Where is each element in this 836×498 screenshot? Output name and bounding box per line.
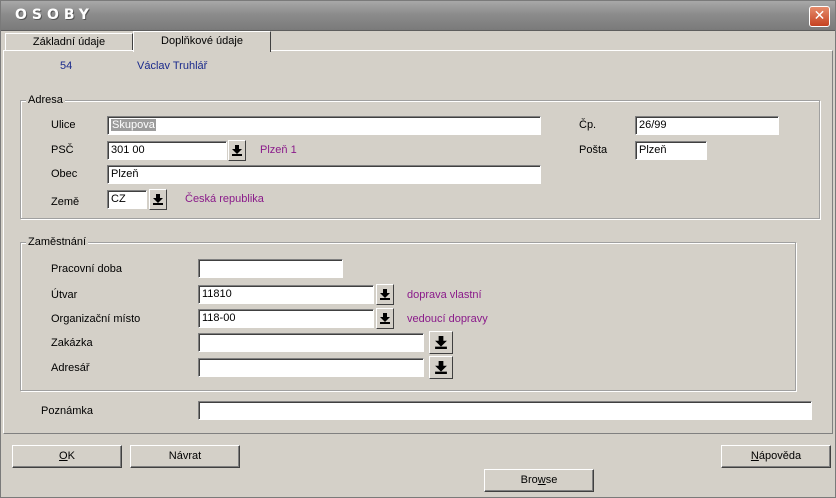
country-dropdown-button[interactable]: [149, 189, 167, 210]
org-position-dropdown-button[interactable]: [376, 308, 394, 329]
house-no-label: Čp.: [579, 119, 597, 131]
city-input[interactable]: Plzeň: [107, 165, 541, 184]
download-arrow-icon: [380, 289, 390, 300]
browse-button[interactable]: Browse: [484, 469, 594, 492]
city-label: Obec: [51, 168, 78, 180]
tab-strip: Základní údaje Doplňkové údaje: [5, 31, 835, 52]
title-bar[interactable]: OSOBY ✕: [1, 1, 835, 31]
download-arrow-icon: [232, 145, 242, 156]
download-arrow-icon: [435, 336, 447, 349]
help-label: ápověda: [758, 450, 802, 462]
tab-basic-info[interactable]: Základní údaje: [5, 33, 133, 51]
country-label: Země: [51, 196, 80, 208]
street-label: Ulice: [51, 119, 76, 131]
department-label: Útvar: [51, 289, 78, 301]
zip-label: PSČ: [51, 144, 74, 156]
org-position-input[interactable]: 118-00: [198, 309, 374, 328]
back-label: Návrat: [168, 450, 202, 462]
contract-label: Zakázka: [51, 337, 93, 349]
country-input[interactable]: CZ: [107, 190, 147, 209]
help-hotkey: N: [750, 450, 759, 462]
working-hours-input[interactable]: [198, 259, 343, 278]
osoby-window: OSOBY ✕ Základní údaje Doplňkové údaje 5…: [0, 0, 836, 498]
window-title: OSOBY: [15, 7, 94, 23]
back-button[interactable]: Návrat: [130, 445, 240, 468]
close-icon[interactable]: ✕: [809, 6, 830, 27]
person-name: Václav Truhlář: [137, 60, 208, 72]
tab-label: Doplňkové údaje: [161, 35, 243, 47]
department-input[interactable]: 11810: [198, 285, 374, 304]
zip-lookup-text: Plzeň 1: [260, 144, 297, 156]
contract-input[interactable]: [198, 333, 424, 352]
directory-input[interactable]: [198, 358, 424, 377]
help-button[interactable]: Nápověda: [721, 445, 831, 468]
directory-dropdown-button[interactable]: [429, 356, 453, 379]
org-position-lookup-text: vedoucí dopravy: [407, 313, 488, 325]
download-arrow-icon: [435, 361, 447, 374]
street-input[interactable]: Skupova: [107, 116, 541, 135]
download-arrow-icon: [153, 194, 163, 205]
org-position-label: Organizační místo: [51, 313, 141, 325]
person-id: 54: [60, 60, 73, 72]
tab-additional-info[interactable]: Doplňkové údaje: [133, 31, 271, 52]
ok-button[interactable]: OK: [12, 445, 122, 468]
post-label: Pošta: [579, 144, 608, 156]
ok-label: K: [67, 450, 75, 462]
post-input[interactable]: Plzeň: [635, 141, 707, 160]
country-lookup-text: Česká republika: [185, 193, 264, 205]
download-arrow-icon: [380, 313, 390, 324]
working-hours-label: Pracovní doba: [51, 263, 122, 275]
note-label: Poznámka: [41, 405, 93, 417]
browse-label-pre: Bro: [520, 474, 538, 486]
address-legend: Adresa: [26, 94, 65, 106]
zip-input[interactable]: 301 00: [107, 141, 227, 160]
department-lookup-text: doprava vlastní: [407, 289, 482, 301]
contract-dropdown-button[interactable]: [429, 331, 453, 354]
department-dropdown-button[interactable]: [376, 284, 394, 305]
note-input[interactable]: [198, 401, 812, 420]
directory-label: Adresář: [51, 362, 90, 374]
tab-label: Základní údaje: [32, 36, 106, 48]
ok-hotkey: O: [59, 450, 68, 462]
street-value: Skupova: [111, 119, 156, 131]
zip-dropdown-button[interactable]: [228, 140, 246, 161]
employment-legend: Zaměstnání: [26, 236, 89, 248]
house-no-input[interactable]: 26/99: [635, 116, 779, 135]
browse-label-post: se: [545, 474, 558, 486]
browse-hotkey: w: [537, 474, 546, 486]
